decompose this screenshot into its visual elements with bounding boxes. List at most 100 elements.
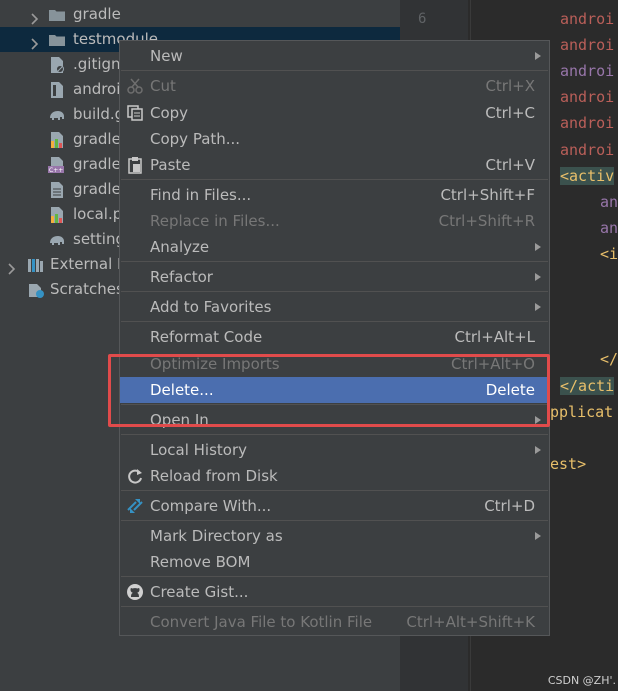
menu-item-copy-path[interactable]: Copy Path...: [120, 126, 549, 152]
menu-item-optimize-imports[interactable]: Optimize Imports Ctrl+Alt+O: [120, 351, 549, 377]
folder-icon: [48, 6, 66, 24]
menu-item-find-in-files[interactable]: Find in Files... Ctrl+Shift+F: [120, 182, 549, 208]
menu-item-replace-in-files[interactable]: Replace in Files... Ctrl+Shift+R: [120, 208, 549, 234]
menu-item-reload-from-disk[interactable]: Reload from Disk: [120, 463, 549, 489]
menu-label: New: [150, 47, 183, 65]
code-line: </acti: [560, 377, 615, 395]
shortcut: Ctrl+X: [485, 77, 535, 95]
menu-item-add-to-favorites[interactable]: Add to Favorites: [120, 294, 549, 320]
code-line: an: [600, 219, 618, 237]
tree-row-label: gradle: [73, 5, 121, 23]
menu-item-local-history[interactable]: Local History: [120, 437, 549, 463]
code-line: <i: [600, 245, 618, 263]
gradle-elephant-icon: [48, 231, 66, 249]
scratches-icon: [27, 281, 45, 299]
submenu-arrow-icon: [535, 532, 541, 540]
menu-item-paste[interactable]: Paste Ctrl+V: [120, 152, 549, 178]
menu-label: Remove BOM: [150, 553, 251, 571]
menu-item-analyze[interactable]: Analyze: [120, 234, 549, 260]
chevron-right-icon[interactable]: [29, 8, 41, 25]
code-line: androi: [560, 62, 615, 80]
code-line: androi: [560, 88, 615, 106]
menu-label: Open In: [150, 411, 209, 429]
gradle-elephant-icon: [48, 106, 66, 124]
tree-row-label: gradle: [73, 130, 121, 148]
reload-icon: [126, 467, 144, 485]
menu-item-copy[interactable]: Copy Ctrl+C: [120, 100, 549, 126]
menu-label: Paste: [150, 156, 191, 174]
tree-row-label: build.g: [73, 105, 125, 123]
menu-item-mark-directory-as[interactable]: Mark Directory as: [120, 523, 549, 549]
shortcut: Ctrl+D: [484, 497, 535, 515]
tree-row-label: gradle: [73, 155, 121, 173]
shortcut: Ctrl+Shift+R: [438, 212, 535, 230]
line-number: 6: [418, 11, 427, 27]
menu-separator: [121, 404, 548, 405]
code-line: androi: [560, 36, 615, 54]
shortcut: Ctrl+Alt+L: [454, 328, 536, 346]
code-line: androi: [560, 10, 615, 28]
menu-item-cut[interactable]: Cut Ctrl+X: [120, 73, 549, 99]
gradle-file-icon: [48, 81, 66, 99]
properties-file-icon: [48, 206, 66, 224]
tree-row-label: Scratches: [50, 280, 124, 298]
menu-label: Local History: [150, 441, 248, 459]
menu-separator: [121, 179, 548, 180]
menu-item-refactor[interactable]: Refactor: [120, 264, 549, 290]
menu-separator: [121, 321, 548, 322]
cpp-gradle-icon: C++: [48, 156, 66, 174]
chevron-right-icon[interactable]: [6, 258, 18, 275]
menu-separator: [121, 261, 548, 262]
menu-label: Convert Java File to Kotlin File: [150, 613, 373, 631]
code-line: androi: [560, 114, 615, 132]
code-line: est>: [550, 455, 587, 473]
menu-item-compare-with[interactable]: Compare With... Ctrl+D: [120, 493, 549, 519]
menu-label: Refactor: [150, 268, 213, 286]
libraries-icon: [27, 256, 45, 274]
code-line: <activ: [560, 167, 615, 185]
submenu-arrow-icon: [535, 52, 541, 60]
copy-icon: [126, 104, 144, 122]
menu-separator: [121, 606, 548, 607]
tree-row-label: local.p: [73, 205, 123, 223]
watermark: CSDN @ZH'.: [547, 674, 616, 687]
shortcut: Ctrl+Alt+O: [451, 355, 535, 373]
menu-separator: [121, 291, 548, 292]
submenu-arrow-icon: [535, 273, 541, 281]
github-icon: [126, 583, 144, 601]
shortcut: Ctrl+C: [485, 104, 535, 122]
menu-label: Create Gist...: [150, 583, 249, 601]
menu-item-new[interactable]: New: [120, 43, 549, 69]
menu-item-convert-java-to-kotlin[interactable]: Convert Java File to Kotlin File Ctrl+Al…: [120, 609, 549, 635]
menu-label: Replace in Files...: [150, 212, 280, 230]
submenu-arrow-icon: [535, 416, 541, 424]
menu-item-create-gist[interactable]: Create Gist...: [120, 579, 549, 605]
menu-separator: [121, 70, 548, 71]
menu-label: Delete...: [150, 381, 214, 399]
tree-row-label: .gitign: [73, 55, 121, 73]
gradle-properties-icon: [48, 131, 66, 149]
menu-item-reformat-code[interactable]: Reformat Code Ctrl+Alt+L: [120, 324, 549, 350]
code-line: an: [600, 193, 618, 211]
menu-item-open-in[interactable]: Open In: [120, 407, 549, 433]
menu-item-delete[interactable]: Delete... Delete: [120, 377, 549, 403]
menu-item-remove-bom[interactable]: Remove BOM: [120, 549, 549, 575]
menu-label: Compare With...: [150, 497, 272, 515]
menu-separator: [121, 576, 548, 577]
shortcut: Delete: [485, 381, 535, 399]
shortcut: Ctrl+Alt+Shift+K: [406, 613, 535, 631]
paste-icon: [126, 156, 144, 174]
tree-row-label: androi: [73, 80, 121, 98]
menu-separator: [121, 520, 548, 521]
submenu-arrow-icon: [535, 446, 541, 454]
code-line: </: [600, 350, 618, 368]
chevron-right-icon[interactable]: [29, 33, 41, 50]
menu-label: Find in Files...: [150, 186, 252, 204]
menu-label: Optimize Imports: [150, 355, 280, 373]
menu-label: Analyze: [150, 238, 210, 256]
tree-row-label: gradle: [73, 180, 121, 198]
menu-separator: [121, 434, 548, 435]
code-line: androi: [560, 141, 615, 159]
tree-row[interactable]: gradle: [0, 2, 400, 27]
menu-label: Reformat Code: [150, 328, 263, 346]
